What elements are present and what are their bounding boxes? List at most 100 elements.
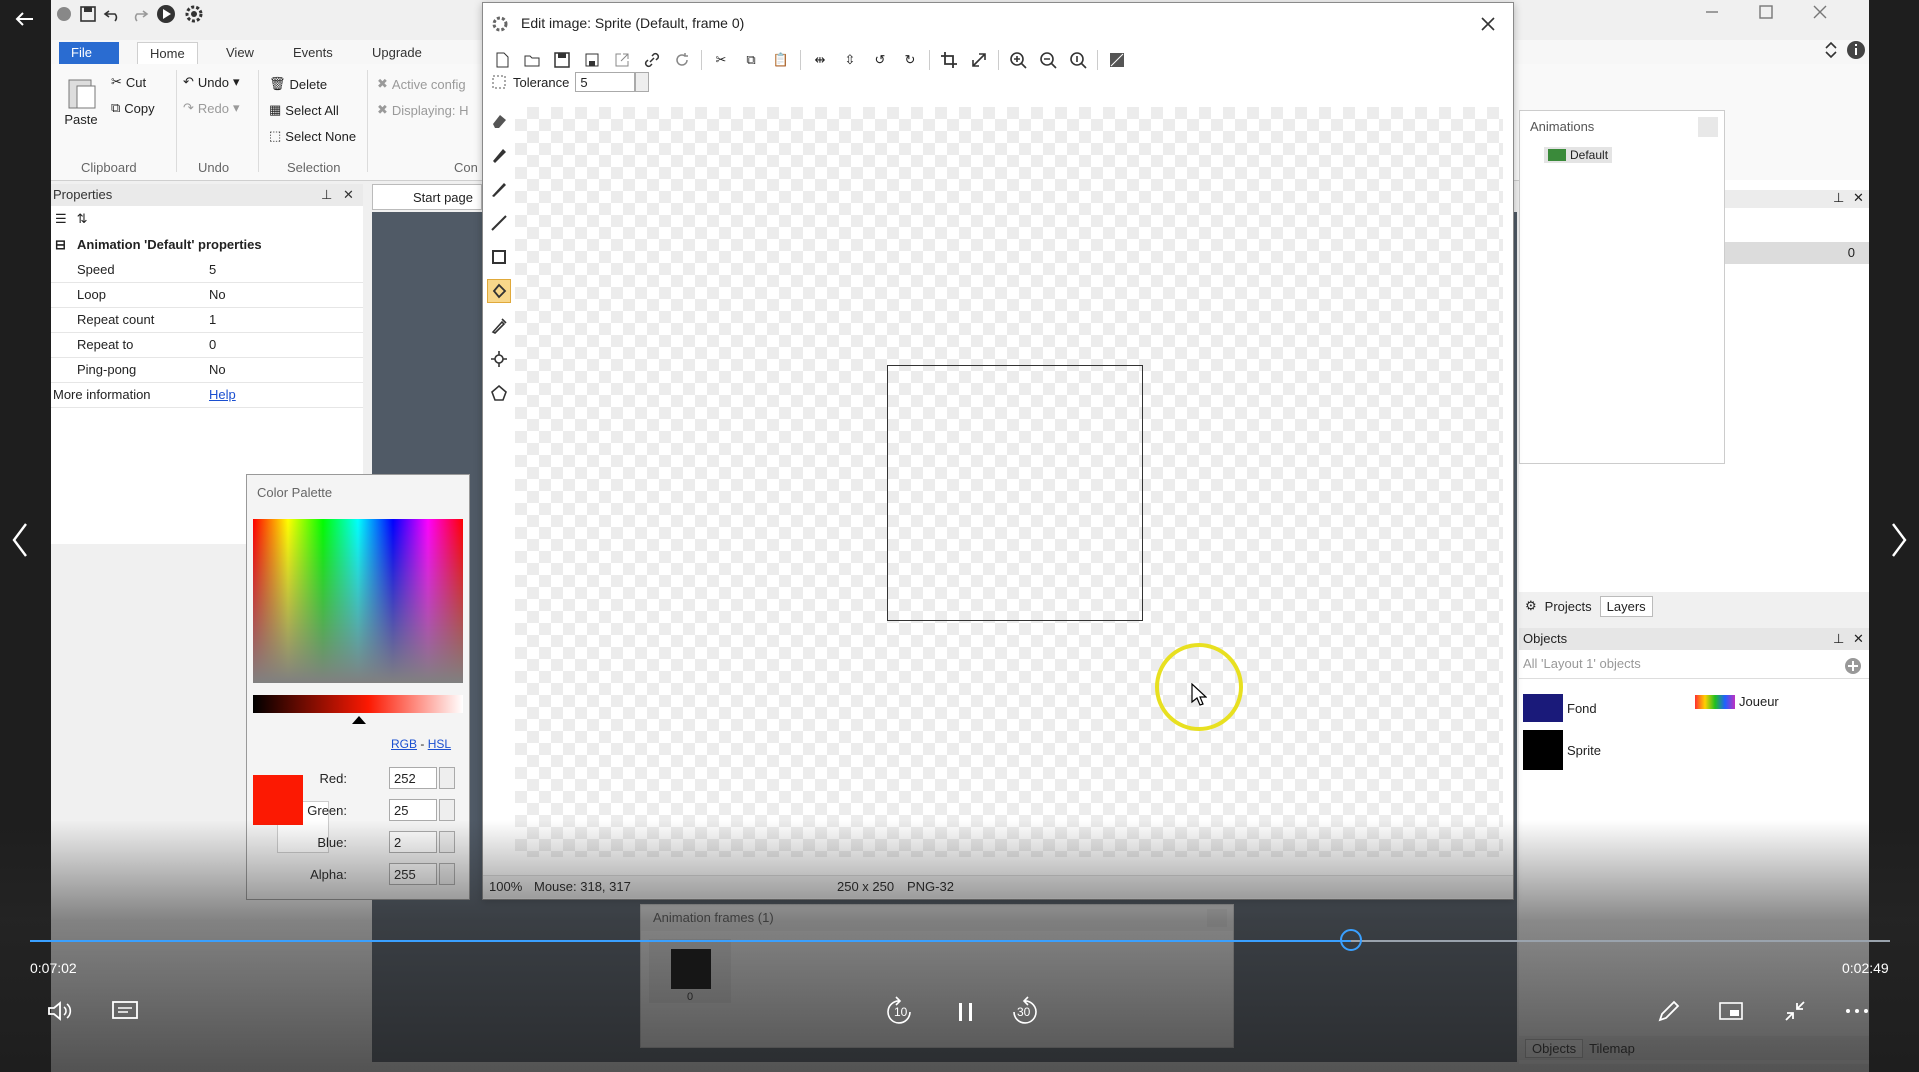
property-value[interactable]: 5 — [209, 257, 216, 282]
close-icon[interactable] — [1207, 909, 1227, 927]
hotspot-icon[interactable] — [487, 347, 511, 371]
vertical-scrollbar[interactable] — [1503, 107, 1513, 857]
property-row[interactable]: Repeat count 1 — [51, 307, 363, 333]
select-all-button[interactable]: ▦ Select All — [269, 102, 339, 118]
objects-search-input[interactable]: All 'Layout 1' objects — [1519, 650, 1869, 679]
property-row[interactable]: Loop No — [51, 282, 363, 308]
color-spectrum[interactable] — [253, 519, 463, 683]
property-row[interactable]: Ping-pong No — [51, 357, 363, 383]
sort-az-icon[interactable]: ⇅ — [77, 211, 88, 227]
undo-icon[interactable] — [103, 5, 123, 23]
crop-icon[interactable] — [936, 47, 962, 73]
action-point-icon[interactable] — [487, 381, 511, 405]
object-item[interactable]: Joueur — [1695, 694, 1779, 709]
flip-horizontal-icon[interactable]: ⇹ — [807, 47, 833, 73]
rgb-link[interactable]: RGB — [391, 737, 417, 751]
eraser-icon[interactable] — [487, 109, 511, 133]
pin-icon[interactable]: ⊥ — [1833, 628, 1844, 650]
redo-icon[interactable] — [129, 5, 149, 23]
hsl-link[interactable]: HSL — [428, 737, 451, 751]
tab-file[interactable]: File — [59, 42, 119, 64]
property-value[interactable]: 1 — [209, 307, 216, 332]
tab-objects[interactable]: Objects — [1525, 1038, 1584, 1058]
red-stepper[interactable] — [439, 767, 455, 789]
alpha-stepper[interactable] — [439, 863, 455, 885]
tolerance-input[interactable]: 5 — [575, 72, 636, 92]
property-value[interactable]: No — [209, 357, 226, 382]
paste-icon[interactable]: 📋 — [768, 47, 794, 73]
object-item[interactable]: Sprite — [1523, 730, 1601, 770]
alpha-input[interactable]: 255 — [389, 863, 437, 885]
slider-handle-icon[interactable] — [351, 715, 367, 725]
animation-item-default[interactable]: Default — [1544, 147, 1613, 163]
resize-icon[interactable] — [966, 47, 992, 73]
paste-button[interactable]: Paste — [63, 74, 99, 127]
help-link[interactable]: Help — [209, 382, 236, 407]
cut-icon[interactable]: ✂ — [708, 47, 734, 73]
tab-events[interactable]: Events — [281, 42, 345, 64]
lightness-slider[interactable] — [253, 695, 463, 713]
property-value[interactable]: 0 — [209, 332, 216, 357]
properties-section-header[interactable]: ⊟ Animation 'Default' properties — [51, 232, 363, 257]
close-icon[interactable]: ✕ — [1853, 190, 1864, 206]
tolerance-stepper[interactable] — [635, 72, 650, 92]
close-window-icon[interactable] — [1808, 2, 1832, 22]
close-icon[interactable]: ✕ — [343, 184, 354, 206]
cut-button[interactable]: ✂ Cut — [111, 74, 146, 90]
copy-button[interactable]: ⧉ Copy — [111, 100, 155, 116]
select-none-button[interactable]: ⬚ Select None — [269, 128, 356, 144]
tab-tilemap[interactable]: Tilemap — [1589, 1041, 1635, 1056]
image-canvas[interactable] — [515, 107, 1503, 857]
delete-button[interactable]: 🗑 Delete — [269, 76, 327, 92]
copy-icon[interactable]: ⧉ — [738, 47, 764, 73]
pencil-icon[interactable] — [487, 143, 511, 167]
frame-item[interactable]: 0 — [649, 939, 731, 1003]
rotate-left-icon[interactable]: ↺ — [867, 47, 893, 73]
zoom-in-icon[interactable] — [1005, 47, 1031, 73]
collapse-icon[interactable]: ⊟ — [55, 232, 66, 257]
categorized-icon[interactable]: ☰ — [55, 211, 67, 227]
minimize-icon[interactable] — [1700, 2, 1724, 22]
refresh-icon[interactable] — [669, 47, 695, 73]
flip-vertical-icon[interactable]: ⇳ — [837, 47, 863, 73]
next-chevron-icon[interactable] — [1879, 510, 1919, 570]
green-stepper[interactable] — [439, 799, 455, 821]
pin-icon[interactable]: ⊥ — [1833, 190, 1844, 206]
property-row[interactable]: Repeat to 0 — [51, 332, 363, 358]
tab-start-page[interactable]: Start page — [372, 184, 482, 210]
displaying-button[interactable]: ✖ Displaying: H — [377, 102, 469, 118]
fill-icon[interactable] — [487, 279, 511, 303]
back-button[interactable] — [0, 0, 51, 40]
redo-button[interactable]: ↷ Redo ▾ — [183, 100, 240, 116]
zoom-out-icon[interactable] — [1035, 47, 1061, 73]
zoom-reset-icon[interactable] — [1065, 47, 1091, 73]
active-config-button[interactable]: ✖ Active config — [377, 76, 466, 92]
blue-input[interactable]: 2 — [389, 831, 437, 853]
image-settings-icon[interactable] — [1104, 47, 1130, 73]
color-picker-icon[interactable] — [487, 313, 511, 337]
animations-close-icon[interactable] — [1698, 117, 1718, 137]
run-icon[interactable] — [155, 3, 177, 25]
tab-view[interactable]: View — [214, 42, 266, 64]
horizontal-scrollbar[interactable] — [515, 859, 1503, 871]
info-icon[interactable] — [1846, 40, 1866, 60]
rotate-right-icon[interactable]: ↻ — [897, 47, 923, 73]
property-row[interactable]: Speed 5 — [51, 257, 363, 283]
debug-gear-icon[interactable] — [183, 3, 205, 25]
tab-projects[interactable]: Projects — [1545, 599, 1592, 614]
tab-home[interactable]: Home — [137, 42, 198, 65]
pin-icon[interactable]: ⊥ — [321, 184, 332, 206]
property-value[interactable]: No — [209, 282, 226, 307]
close-icon[interactable]: ✕ — [1853, 628, 1864, 650]
red-input[interactable]: 252 — [389, 767, 437, 789]
blue-stepper[interactable] — [439, 831, 455, 853]
line-icon[interactable] — [487, 211, 511, 235]
tab-layers[interactable]: Layers — [1599, 595, 1653, 617]
previous-chevron-icon[interactable] — [0, 510, 40, 570]
collapse-ribbon-icon[interactable] — [1821, 40, 1841, 60]
object-item[interactable]: Fond — [1523, 694, 1597, 722]
add-object-icon[interactable] — [1843, 656, 1863, 676]
tab-upgrade[interactable]: Upgrade — [360, 42, 434, 64]
save-icon[interactable] — [79, 5, 97, 23]
undo-button[interactable]: ↶ Undo ▾ — [183, 74, 240, 90]
